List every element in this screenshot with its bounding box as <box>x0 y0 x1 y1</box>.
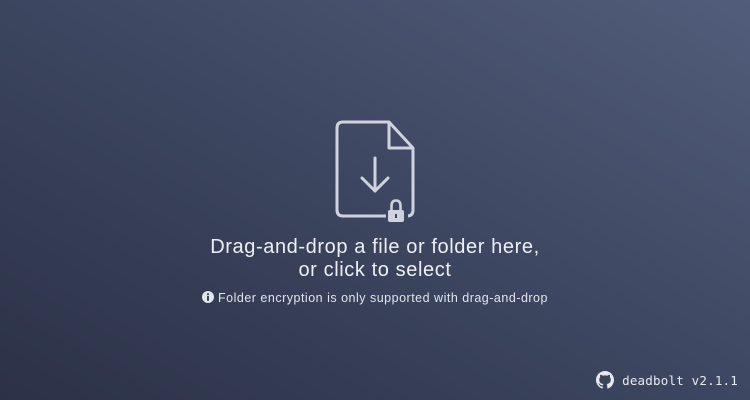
info-icon <box>202 291 215 303</box>
drop-prompt-line-2: or click to select <box>298 259 452 281</box>
github-icon[interactable] <box>596 371 615 389</box>
drop-prompt-line-1: Drag-and-drop a file or folder here, <box>210 236 540 258</box>
file-dropzone[interactable]: Drag-and-drop a file or folder here, or … <box>0 0 750 400</box>
folder-encryption-note-text: Folder encryption is only supported with… <box>218 291 548 305</box>
folder-encryption-note: Folder encryption is only supported with… <box>0 290 750 306</box>
footer: deadbolt v2.1.1 <box>596 370 738 390</box>
app-version: deadbolt v2.1.1 <box>622 372 738 388</box>
file-download-lock-icon <box>335 120 415 222</box>
